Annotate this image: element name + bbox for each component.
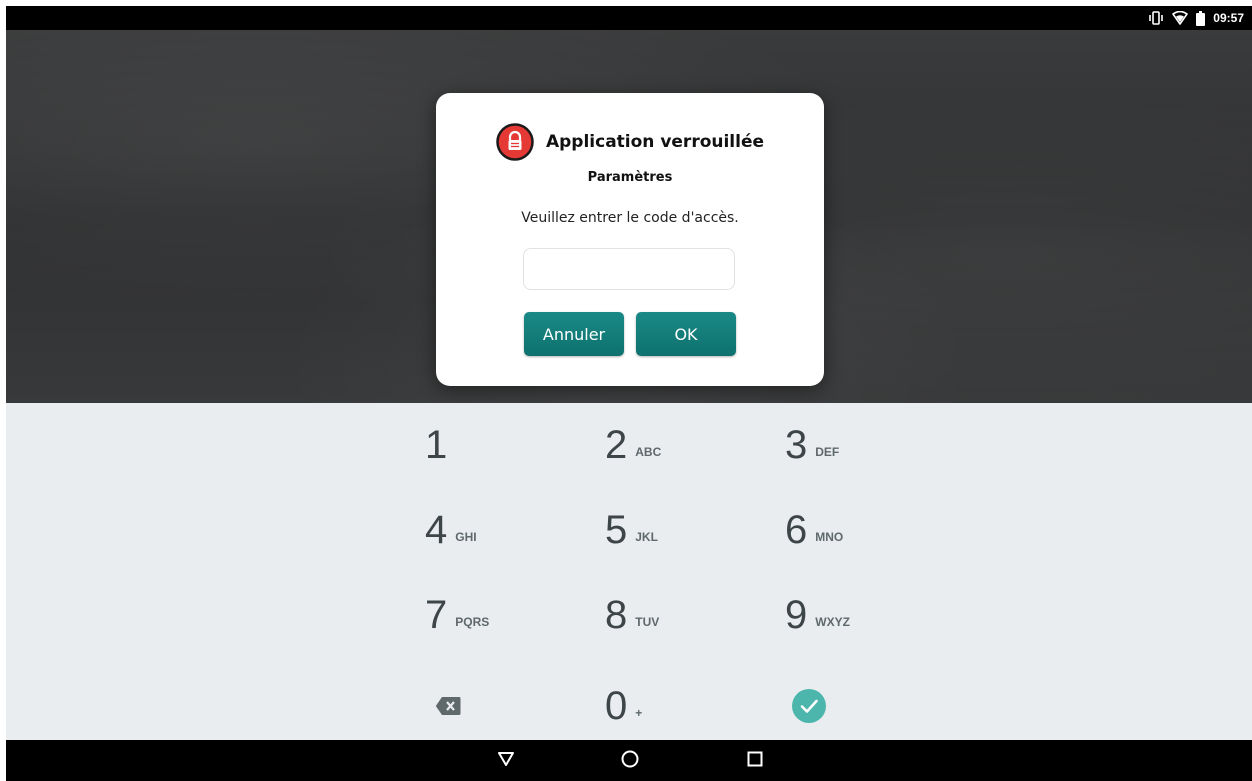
backspace-icon [435, 696, 461, 716]
key-4[interactable]: 4 GHI [425, 495, 575, 565]
status-time: 09:57 [1213, 11, 1244, 25]
dialog-header: Application verrouillée [436, 123, 824, 161]
dialog-subtitle: Paramètres [587, 170, 673, 185]
lock-dialog: Application verrouillée Paramètres Veuil… [436, 93, 824, 386]
lock-icon [496, 123, 534, 161]
back-icon [497, 751, 515, 771]
status-bar: 09:57 [6, 6, 1252, 30]
ok-button[interactable]: OK [636, 312, 736, 356]
key-letters: WXYZ [815, 615, 850, 629]
back-button[interactable] [486, 740, 526, 781]
key-6[interactable]: 6 MNO [785, 495, 935, 565]
key-2[interactable]: 2 ABC [605, 410, 755, 480]
recents-button[interactable] [735, 740, 775, 781]
cancel-button[interactable]: Annuler [524, 312, 624, 356]
numeric-keypad: 1 2 ABC 3 DEF 4 GHI 5 JKL 6 MNO 7 PQRS 8 [6, 403, 1252, 740]
key-7[interactable]: 7 PQRS [425, 580, 575, 650]
key-digit: 8 [605, 593, 628, 637]
key-letters: TUV [635, 615, 660, 629]
key-letters: GHI [455, 530, 477, 544]
key-letters: MNO [815, 530, 844, 544]
access-code-input[interactable] [523, 248, 735, 290]
key-letters: ABC [635, 445, 662, 459]
key-digit: 9 [785, 593, 808, 637]
key-3[interactable]: 3 DEF [785, 410, 935, 480]
key-0[interactable]: 0 + [605, 671, 755, 741]
checkmark-icon [792, 689, 826, 723]
tablet-screen: 09:57 Application verrouillée Paramètres [6, 6, 1252, 781]
status-icons: 09:57 [1148, 6, 1244, 30]
confirm-key[interactable] [792, 671, 942, 741]
backspace-key[interactable] [435, 671, 585, 741]
key-9[interactable]: 9 WXYZ [785, 580, 935, 650]
key-digit: 0 [605, 684, 628, 728]
dialog-title: Application verrouillée [545, 132, 765, 152]
vibrate-icon [1148, 11, 1164, 25]
wifi-icon [1172, 11, 1189, 25]
key-letters: JKL [635, 530, 658, 544]
background-board: Application verrouillée Paramètres Veuil… [6, 30, 1252, 403]
key-1[interactable]: 1 [425, 410, 575, 480]
home-icon [621, 750, 639, 772]
key-letters: + [635, 706, 643, 720]
navigation-bar [6, 740, 1252, 781]
key-digit: 5 [605, 508, 628, 552]
home-button[interactable] [610, 740, 650, 781]
key-5[interactable]: 5 JKL [605, 495, 755, 565]
key-8[interactable]: 8 TUV [605, 580, 755, 650]
key-letters: PQRS [455, 615, 490, 629]
recents-icon [747, 751, 763, 771]
dialog-message: Veuillez entrer le code d'accès. [521, 210, 739, 226]
key-digit: 6 [785, 508, 808, 552]
key-letters: DEF [815, 445, 840, 459]
key-digit: 1 [425, 423, 448, 467]
key-digit: 3 [785, 423, 808, 467]
key-digit: 4 [425, 508, 448, 552]
key-digit: 7 [425, 593, 448, 637]
key-digit: 2 [605, 423, 628, 467]
battery-icon [1196, 10, 1206, 26]
